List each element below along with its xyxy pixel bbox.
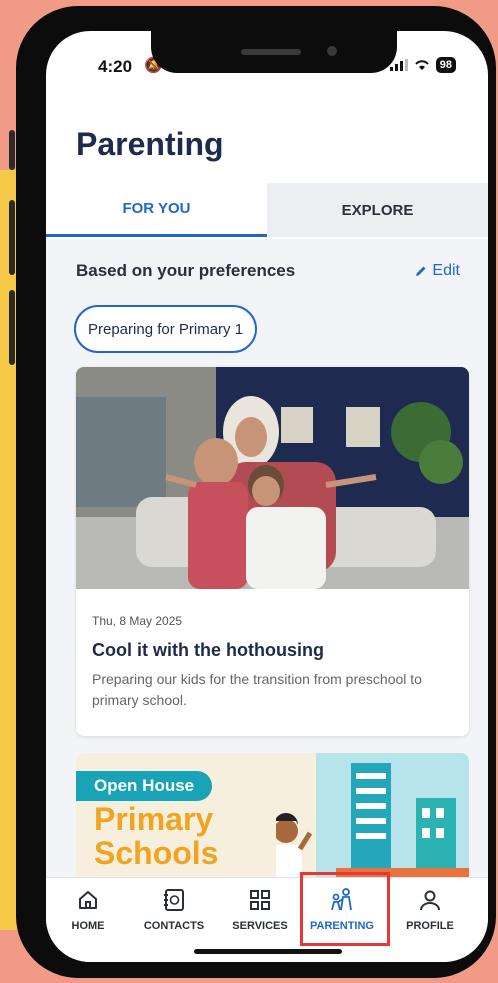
nav-contacts[interactable]: CONTACTS [134, 886, 214, 932]
phone-side-button [9, 200, 15, 275]
nav-profile[interactable]: PROFILE [390, 886, 470, 932]
speaker-grille [241, 49, 301, 55]
services-icon [250, 890, 270, 910]
article-date: Thu, 8 May 2025 [92, 614, 183, 628]
contacts-icon [164, 889, 184, 911]
camera-dot [327, 46, 337, 56]
preferences-heading: Based on your preferences [76, 261, 296, 280]
home-indicator [194, 949, 342, 954]
article-card[interactable]: Thu, 8 May 2025 Cool it with the hothous… [76, 367, 469, 736]
article-description: Preparing our kids for the transition fr… [92, 671, 422, 708]
status-icons: 98 [389, 57, 456, 73]
tab-for-you[interactable]: FOR YOU [46, 183, 267, 237]
page-title: Parenting [76, 126, 224, 162]
phone-side-button [9, 130, 15, 170]
preferences-header: Based on your preferences Edit [76, 261, 460, 281]
highlight-box [300, 872, 390, 946]
nav-profile-label: PROFILE [406, 920, 454, 932]
nav-home-label: HOME [71, 920, 105, 932]
phone-screen: 4:20 🔕 98 Parenting FOR YOU EXPLORE Base… [46, 31, 488, 962]
phone-side-button [9, 290, 15, 365]
bottom-nav: HOME CONTACTS SERVICES PARENTING PROFILE [46, 872, 488, 962]
promo-illustration [276, 753, 469, 878]
promo-card[interactable]: Open House Primary Schools [76, 753, 469, 878]
edit-label: Edit [432, 262, 460, 279]
battery-indicator: 98 [435, 57, 456, 73]
nav-contacts-label: CONTACTS [143, 920, 205, 932]
phone-frame: 4:20 🔕 98 Parenting FOR YOU EXPLORE Base… [16, 6, 496, 978]
article-photo [76, 367, 469, 589]
article-title[interactable]: Cool it with the hothousing [92, 640, 324, 661]
wifi-icon [415, 60, 429, 70]
status-time: 4:20 [98, 57, 133, 76]
nav-services[interactable]: SERVICES [220, 886, 300, 932]
promo-line-1: Primary [94, 801, 214, 837]
home-icon [79, 891, 97, 909]
profile-icon [420, 890, 440, 911]
preference-chip[interactable]: Preparing for Primary 1 [74, 305, 258, 353]
edit-preferences-link[interactable]: Edit [415, 261, 460, 281]
nav-home[interactable]: HOME [48, 886, 128, 932]
phone-notch [151, 31, 397, 73]
tab-bar: FOR YOU EXPLORE [46, 183, 488, 237]
promo-line-2: Schools [94, 835, 219, 871]
tab-explore[interactable]: EXPLORE [267, 183, 488, 237]
feed-content[interactable]: Based on your preferences Edit Preparing… [46, 239, 488, 878]
nav-services-label: SERVICES [232, 920, 288, 932]
pencil-icon [416, 266, 426, 276]
promo-badge: Open House [76, 771, 213, 801]
